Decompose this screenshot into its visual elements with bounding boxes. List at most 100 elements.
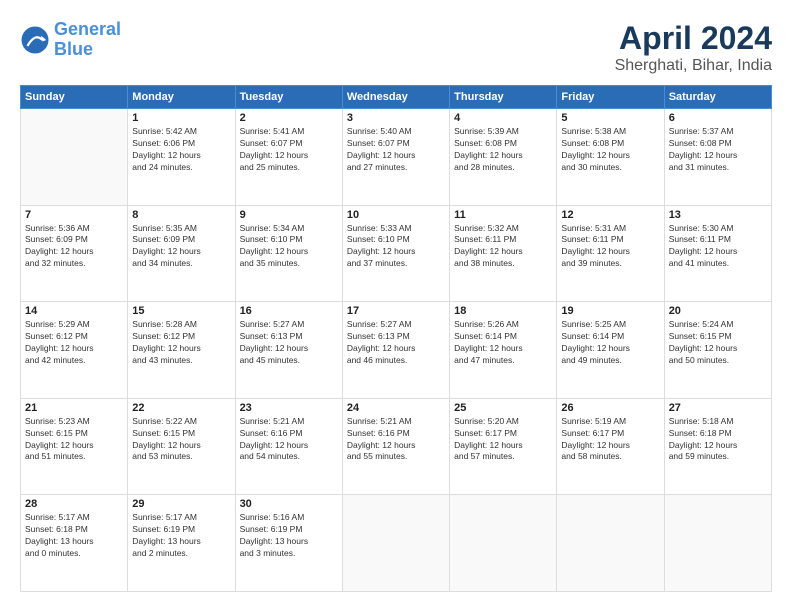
day-info: Sunrise: 5:39 AM Sunset: 6:08 PM Dayligh…	[454, 126, 552, 174]
calendar-cell: 13 Sunrise: 5:30 AM Sunset: 6:11 PM Dayli…	[664, 205, 771, 302]
calendar-cell	[664, 495, 771, 592]
calendar-cell: 16 Sunrise: 5:27 AM Sunset: 6:13 PM Dayli…	[235, 302, 342, 399]
calendar-cell	[342, 495, 449, 592]
day-info: Sunrise: 5:42 AM Sunset: 6:06 PM Dayligh…	[132, 126, 230, 174]
day-info: Sunrise: 5:27 AM Sunset: 6:13 PM Dayligh…	[240, 319, 338, 367]
day-number: 18	[454, 305, 552, 317]
calendar-cell: 25 Sunrise: 5:20 AM Sunset: 6:17 PM Dayli…	[450, 398, 557, 495]
calendar-cell: 6Sunrise: 5:37 AM Sunset: 6:08 PM Daylig…	[664, 109, 771, 206]
logo-text: General Blue	[54, 20, 121, 60]
title-block: April 2024 Sherghati, Bihar, India	[615, 20, 772, 75]
calendar-cell: 18 Sunrise: 5:26 AM Sunset: 6:14 PM Dayli…	[450, 302, 557, 399]
day-number: 24	[347, 402, 445, 414]
calendar-cell: 22 Sunrise: 5:22 AM Sunset: 6:15 PM Dayli…	[128, 398, 235, 495]
day-info: Sunrise: 5:18 AM Sunset: 6:18 PM Dayligh…	[669, 416, 767, 464]
week-row-3: 21 Sunrise: 5:23 AM Sunset: 6:15 PM Dayli…	[21, 398, 772, 495]
calendar-cell: 19Sunrise: 5:25 AM Sunset: 6:14 PM Dayli…	[557, 302, 664, 399]
calendar-cell: 3 Sunrise: 5:40 AM Sunset: 6:07 PM Daylig…	[342, 109, 449, 206]
calendar-cell: 2 Sunrise: 5:41 AM Sunset: 6:07 PM Daylig…	[235, 109, 342, 206]
day-info: Sunrise: 5:32 AM Sunset: 6:11 PM Dayligh…	[454, 223, 552, 271]
day-number: 22	[132, 402, 230, 414]
day-info: Sunrise: 5:26 AM Sunset: 6:14 PM Dayligh…	[454, 319, 552, 367]
day-info: Sunrise: 5:31 AM Sunset: 6:11 PM Dayligh…	[561, 223, 659, 271]
day-info: Sunrise: 5:38 AM Sunset: 6:08 PM Dayligh…	[561, 126, 659, 174]
logo-icon	[20, 25, 50, 55]
day-number: 1	[132, 112, 230, 124]
day-number: 7	[25, 209, 123, 221]
calendar-cell: 10 Sunrise: 5:33 AM Sunset: 6:10 PM Dayli…	[342, 205, 449, 302]
subtitle: Sherghati, Bihar, India	[615, 57, 772, 75]
logo-line1: General	[54, 19, 121, 39]
day-number: 13	[669, 209, 767, 221]
day-number: 9	[240, 209, 338, 221]
day-info: Sunrise: 5:22 AM Sunset: 6:15 PM Dayligh…	[132, 416, 230, 464]
day-info: Sunrise: 5:33 AM Sunset: 6:10 PM Dayligh…	[347, 223, 445, 271]
day-info: Sunrise: 5:19 AM Sunset: 6:17 PM Dayligh…	[561, 416, 659, 464]
page: General Blue April 2024 Sherghati, Bihar…	[0, 0, 792, 612]
day-number: 27	[669, 402, 767, 414]
calendar-cell: 28Sunrise: 5:17 AM Sunset: 6:18 PM Dayli…	[21, 495, 128, 592]
calendar-cell: 21 Sunrise: 5:23 AM Sunset: 6:15 PM Dayli…	[21, 398, 128, 495]
calendar-cell: 14Sunrise: 5:29 AM Sunset: 6:12 PM Dayli…	[21, 302, 128, 399]
day-info: Sunrise: 5:16 AM Sunset: 6:19 PM Dayligh…	[240, 512, 338, 560]
day-info: Sunrise: 5:30 AM Sunset: 6:11 PM Dayligh…	[669, 223, 767, 271]
day-info: Sunrise: 5:29 AM Sunset: 6:12 PM Dayligh…	[25, 319, 123, 367]
day-info: Sunrise: 5:28 AM Sunset: 6:12 PM Dayligh…	[132, 319, 230, 367]
day-number: 3	[347, 112, 445, 124]
calendar-cell: 8 Sunrise: 5:35 AM Sunset: 6:09 PM Daylig…	[128, 205, 235, 302]
col-header-thursday: Thursday	[450, 86, 557, 109]
calendar-cell: 23Sunrise: 5:21 AM Sunset: 6:16 PM Dayli…	[235, 398, 342, 495]
day-number: 17	[347, 305, 445, 317]
day-number: 4	[454, 112, 552, 124]
day-info: Sunrise: 5:25 AM Sunset: 6:14 PM Dayligh…	[561, 319, 659, 367]
calendar-cell: 4 Sunrise: 5:39 AM Sunset: 6:08 PM Daylig…	[450, 109, 557, 206]
calendar-cell: 24 Sunrise: 5:21 AM Sunset: 6:16 PM Dayli…	[342, 398, 449, 495]
day-number: 26	[561, 402, 659, 414]
day-info: Sunrise: 5:36 AM Sunset: 6:09 PM Dayligh…	[25, 223, 123, 271]
col-header-saturday: Saturday	[664, 86, 771, 109]
day-number: 12	[561, 209, 659, 221]
day-info: Sunrise: 5:40 AM Sunset: 6:07 PM Dayligh…	[347, 126, 445, 174]
week-row-0: 1 Sunrise: 5:42 AM Sunset: 6:06 PM Daylig…	[21, 109, 772, 206]
day-number: 20	[669, 305, 767, 317]
day-info: Sunrise: 5:34 AM Sunset: 6:10 PM Dayligh…	[240, 223, 338, 271]
header-row: SundayMondayTuesdayWednesdayThursdayFrid…	[21, 86, 772, 109]
day-info: Sunrise: 5:27 AM Sunset: 6:13 PM Dayligh…	[347, 319, 445, 367]
day-number: 25	[454, 402, 552, 414]
day-info: Sunrise: 5:17 AM Sunset: 6:19 PM Dayligh…	[132, 512, 230, 560]
day-info: Sunrise: 5:21 AM Sunset: 6:16 PM Dayligh…	[347, 416, 445, 464]
calendar-cell	[21, 109, 128, 206]
day-number: 16	[240, 305, 338, 317]
day-info: Sunrise: 5:41 AM Sunset: 6:07 PM Dayligh…	[240, 126, 338, 174]
col-header-friday: Friday	[557, 86, 664, 109]
logo: General Blue	[20, 20, 121, 60]
day-number: 6	[669, 112, 767, 124]
calendar-table: SundayMondayTuesdayWednesdayThursdayFrid…	[20, 85, 772, 592]
day-number: 15	[132, 305, 230, 317]
calendar-cell: 7 Sunrise: 5:36 AM Sunset: 6:09 PM Daylig…	[21, 205, 128, 302]
day-number: 29	[132, 498, 230, 510]
calendar-cell: 1 Sunrise: 5:42 AM Sunset: 6:06 PM Daylig…	[128, 109, 235, 206]
calendar-cell: 30Sunrise: 5:16 AM Sunset: 6:19 PM Dayli…	[235, 495, 342, 592]
day-info: Sunrise: 5:20 AM Sunset: 6:17 PM Dayligh…	[454, 416, 552, 464]
day-number: 5	[561, 112, 659, 124]
day-info: Sunrise: 5:23 AM Sunset: 6:15 PM Dayligh…	[25, 416, 123, 464]
day-number: 10	[347, 209, 445, 221]
day-number: 8	[132, 209, 230, 221]
day-info: Sunrise: 5:17 AM Sunset: 6:18 PM Dayligh…	[25, 512, 123, 560]
calendar-cell: 15 Sunrise: 5:28 AM Sunset: 6:12 PM Dayli…	[128, 302, 235, 399]
day-number: 2	[240, 112, 338, 124]
calendar-cell: 9 Sunrise: 5:34 AM Sunset: 6:10 PM Daylig…	[235, 205, 342, 302]
calendar-cell	[450, 495, 557, 592]
day-number: 21	[25, 402, 123, 414]
week-row-2: 14Sunrise: 5:29 AM Sunset: 6:12 PM Dayli…	[21, 302, 772, 399]
day-info: Sunrise: 5:35 AM Sunset: 6:09 PM Dayligh…	[132, 223, 230, 271]
day-number: 11	[454, 209, 552, 221]
col-header-sunday: Sunday	[21, 86, 128, 109]
calendar-cell: 17 Sunrise: 5:27 AM Sunset: 6:13 PM Dayli…	[342, 302, 449, 399]
day-number: 23	[240, 402, 338, 414]
week-row-1: 7 Sunrise: 5:36 AM Sunset: 6:09 PM Daylig…	[21, 205, 772, 302]
calendar-cell: 12 Sunrise: 5:31 AM Sunset: 6:11 PM Dayli…	[557, 205, 664, 302]
week-row-4: 28Sunrise: 5:17 AM Sunset: 6:18 PM Dayli…	[21, 495, 772, 592]
calendar-cell: 27 Sunrise: 5:18 AM Sunset: 6:18 PM Dayli…	[664, 398, 771, 495]
